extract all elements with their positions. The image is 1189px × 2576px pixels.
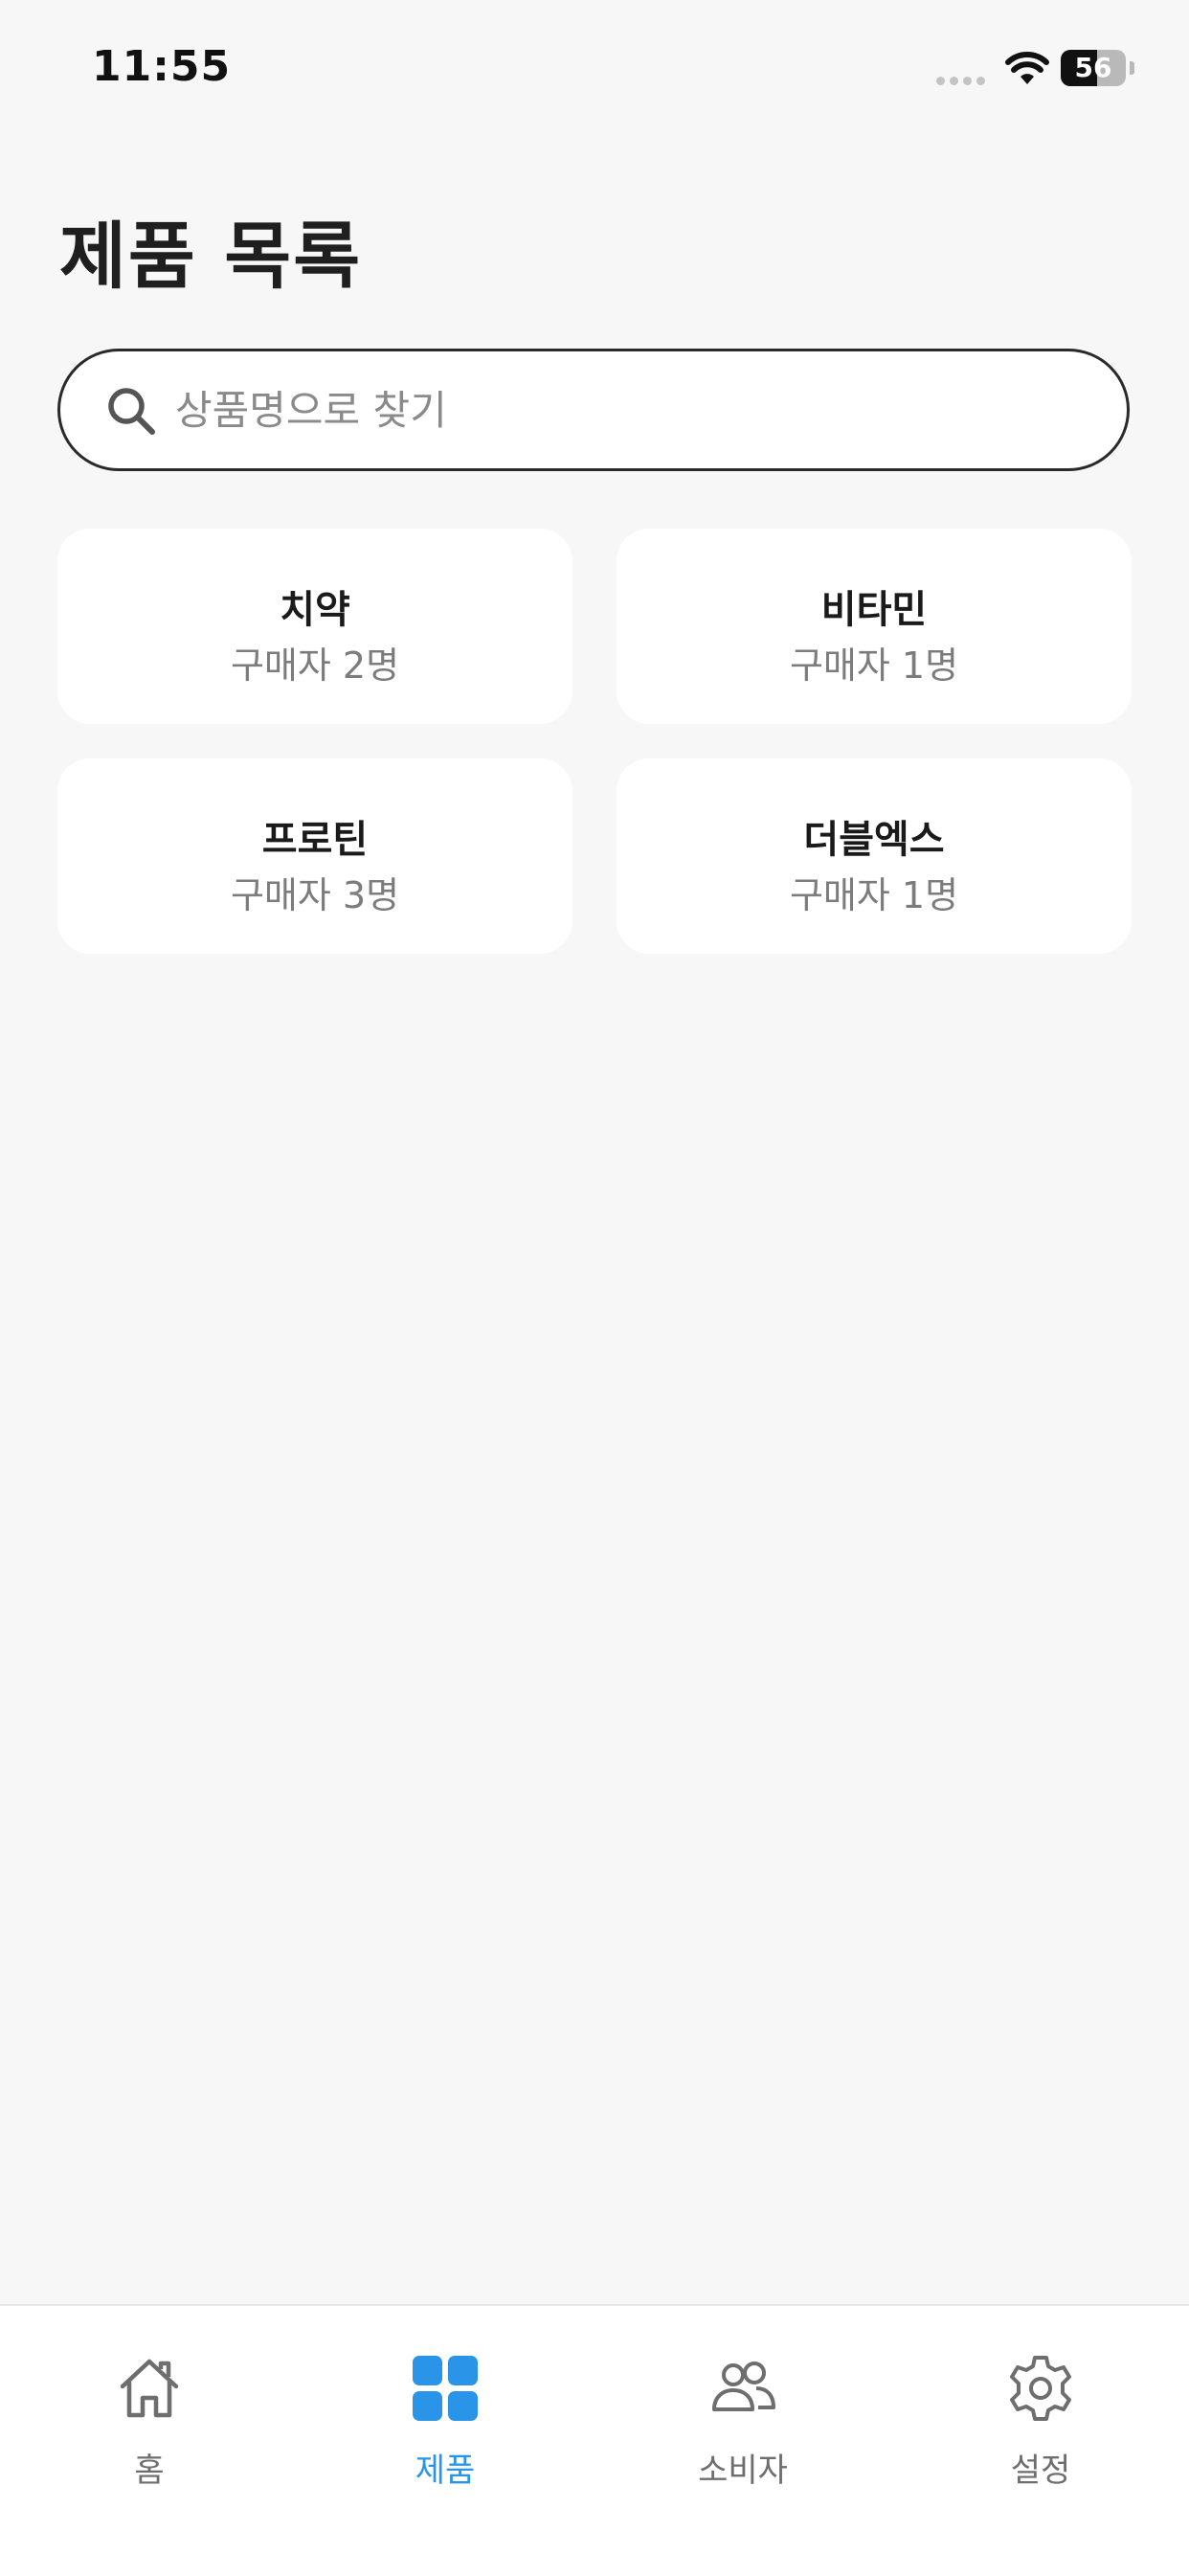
product-name: 더블엑스: [803, 818, 945, 862]
product-card-doublex[interactable]: 더블엑스 구매자 1명: [617, 758, 1132, 954]
tab-bar: 홈 제품 소비자 설정: [0, 2304, 1189, 2576]
cellular-signal-icon: [936, 77, 985, 85]
tab-label: 제품: [415, 2452, 476, 2490]
tab-label: 소비자: [698, 2452, 788, 2490]
search-input[interactable]: [175, 351, 1094, 468]
product-name: 비타민: [820, 588, 928, 632]
grid-icon: [413, 2356, 478, 2421]
battery-level: 56: [1074, 52, 1112, 83]
product-name: 프로틴: [261, 818, 369, 862]
search-box[interactable]: [57, 349, 1130, 471]
product-card-protein[interactable]: 프로틴 구매자 3명: [57, 758, 572, 954]
wifi-icon: [1005, 52, 1049, 84]
tab-products[interactable]: 제품: [349, 2306, 541, 2497]
tab-settings[interactable]: 설정: [945, 2306, 1136, 2497]
battery-tip: [1130, 61, 1134, 75]
product-buyer-count: 구매자 3명: [230, 874, 400, 916]
tab-label: 설정: [1010, 2452, 1071, 2490]
product-buyer-count: 구매자 2명: [230, 644, 400, 687]
home-icon: [120, 2359, 179, 2418]
product-name: 치약: [280, 588, 350, 632]
status-bar: 11:55 56: [0, 0, 1189, 144]
gear-icon: [1010, 2356, 1071, 2421]
status-time: 11:55: [92, 42, 232, 91]
search-icon: [108, 388, 155, 435]
tab-consumers[interactable]: 소비자: [647, 2306, 839, 2497]
product-buyer-count: 구매자 1명: [789, 644, 959, 687]
people-icon: [712, 2361, 775, 2411]
battery-icon: 56: [1061, 50, 1126, 86]
product-buyer-count: 구매자 1명: [789, 874, 959, 916]
product-card-toothpaste[interactable]: 치약 구매자 2명: [57, 529, 572, 724]
product-card-vitamin[interactable]: 비타민 구매자 1명: [617, 529, 1132, 724]
page-title: 제품 목록: [59, 214, 363, 299]
tab-home[interactable]: 홈: [54, 2306, 245, 2497]
tab-label: 홈: [134, 2452, 165, 2490]
